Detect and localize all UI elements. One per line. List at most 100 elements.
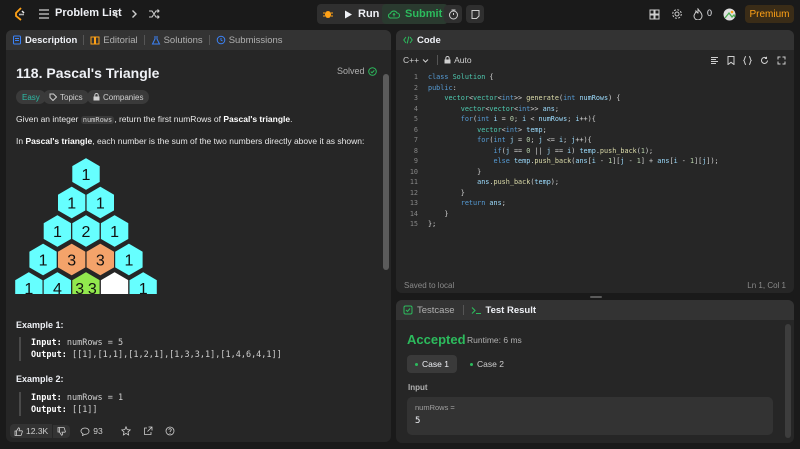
code-header: Code <box>396 30 794 50</box>
description-panel: Description Editorial Solutions Submissi… <box>6 30 391 442</box>
comment-icon <box>80 427 90 436</box>
triangle-number: 1 <box>24 281 33 294</box>
notes-icon[interactable] <box>466 5 484 23</box>
submit-button[interactable]: Submit <box>382 4 449 24</box>
line-number: 13 <box>409 199 418 207</box>
tab-solutions[interactable]: Solutions <box>145 30 209 50</box>
timer-icon[interactable] <box>444 5 462 23</box>
input-param-value: 5 <box>415 416 421 426</box>
text: , each number is the sum of the two numb… <box>92 136 365 146</box>
divider <box>437 55 439 65</box>
line-number: 1 <box>413 73 418 81</box>
scrollbar-thumb[interactable] <box>383 74 389 270</box>
checkbox-icon <box>403 305 413 315</box>
output-value: [[1]] <box>71 405 98 415</box>
comment-count: 93 <box>93 426 103 436</box>
input-box: numRows = 5 <box>407 397 773 435</box>
description-footer: 12.3K 93 <box>6 420 391 442</box>
line-text: vector<vector<int>> ans; <box>460 104 559 113</box>
braces-icon[interactable] <box>743 55 752 65</box>
help-button[interactable] <box>165 426 175 436</box>
line-text: vector<int> temp; <box>477 125 547 134</box>
layout-icon[interactable] <box>646 6 662 22</box>
example-1-input: Input: numRows = 5 <box>31 337 282 349</box>
dislike-button[interactable] <box>53 424 71 438</box>
tab-label: Solutions <box>163 34 203 46</box>
case-1-tab[interactable]: Case 1 <box>407 355 457 373</box>
input-label: Input: <box>31 338 62 348</box>
case-label: Case 1 <box>422 359 449 369</box>
avatar[interactable] <box>721 6 737 22</box>
language-select[interactable]: C++ <box>396 55 429 65</box>
question-icon <box>165 426 175 436</box>
triangle-number: 1 <box>139 281 148 294</box>
input-param-name: numRows = <box>415 403 455 412</box>
code-editor[interactable]: 1 class Solution {2 public: 3 vector<vector… <box>396 72 794 232</box>
shuffle-icon[interactable] <box>146 6 162 22</box>
hexagon-cell <box>99 270 130 294</box>
line-number: 7 <box>413 136 418 144</box>
line-text: if(j == 0 || j == i) temp.push_back(1); <box>493 146 654 155</box>
flask-icon <box>151 36 160 45</box>
example-1-output: Output: [[1],[1,1],[1,2,1],[1,3,3,1],[1,… <box>31 349 282 361</box>
triangle-number: 1 <box>124 253 133 270</box>
logo-icon[interactable] <box>12 6 28 22</box>
chevron-left-icon[interactable] <box>108 6 124 22</box>
share-button[interactable] <box>143 426 153 436</box>
reset-icon[interactable] <box>760 56 769 65</box>
companies-button[interactable]: Companies <box>87 90 150 104</box>
tab-editorial[interactable]: Editorial <box>84 30 143 50</box>
line-text: vector<vector<int>> generate(int numRows… <box>444 94 621 102</box>
gear-icon[interactable] <box>669 6 685 22</box>
pass-dot <box>470 362 473 366</box>
test-result-panel: Testcase Test Result Accepted Runtime: 6… <box>396 300 794 443</box>
line-number: 4 <box>413 104 418 113</box>
bookmark-icon[interactable] <box>727 55 735 65</box>
topics-button[interactable]: Topics <box>43 90 89 104</box>
verdict: Accepted <box>407 332 466 347</box>
line-text: ans.push_back(temp); <box>477 178 559 186</box>
scrollbar-thumb[interactable] <box>785 324 791 438</box>
format-icon[interactable] <box>710 56 719 65</box>
line-number: 15 <box>409 220 418 228</box>
streak-fire-icon[interactable] <box>690 6 706 22</box>
topics-label: Topics <box>60 92 83 102</box>
star-button[interactable] <box>120 426 131 436</box>
premium-button[interactable]: Premium <box>745 5 794 23</box>
tab-label: Editorial <box>103 34 138 46</box>
text: . <box>290 114 293 124</box>
auto-toggle[interactable]: Auto <box>444 55 472 65</box>
runtime: Runtime: 6 ms <box>467 335 522 345</box>
tab-description[interactable]: Description <box>6 30 83 50</box>
run-button[interactable]: Run <box>336 4 387 24</box>
triangle-number: 3 <box>96 253 105 270</box>
case-2-tab[interactable]: Case 2 <box>462 355 512 373</box>
pass-dot <box>415 362 418 366</box>
code-tab-label: Code <box>417 34 441 46</box>
line-number: 12 <box>409 188 418 197</box>
debug-icon[interactable] <box>320 6 336 22</box>
comments-button[interactable]: 93 <box>80 426 103 436</box>
problem-list-icon[interactable] <box>36 6 52 22</box>
line-number: 5 <box>413 115 418 123</box>
like-button[interactable]: 12.3K <box>10 424 53 438</box>
difficulty-badge[interactable]: Easy <box>16 90 46 104</box>
triangle-number: 1 <box>53 224 62 241</box>
line-number: 3 <box>413 94 418 102</box>
output-value: [[1],[1,1],[1,2,1],[1,3,3,1],[1,4,6,4,1]… <box>71 350 282 360</box>
editor-actions <box>710 55 786 65</box>
triangle-number: 1 <box>67 196 76 213</box>
tab-test-result[interactable]: Test Result <box>464 305 536 316</box>
panel-resize-handle[interactable] <box>590 296 602 298</box>
text: Given an integer <box>16 114 81 124</box>
tab-testcase[interactable]: Testcase <box>396 305 455 316</box>
tab-submissions[interactable]: Submissions <box>210 30 289 50</box>
line-text: for(int j = 0; j <= i; j++){ <box>477 136 592 144</box>
triangle-number: 1 <box>39 253 48 270</box>
submit-label: Submit <box>405 8 443 20</box>
tab-code[interactable]: Code <box>396 35 441 46</box>
expand-icon[interactable] <box>777 56 786 65</box>
chevron-right-icon[interactable] <box>126 6 142 22</box>
line-number: 8 <box>413 146 418 155</box>
test-tabs: Testcase Test Result <box>396 300 794 320</box>
